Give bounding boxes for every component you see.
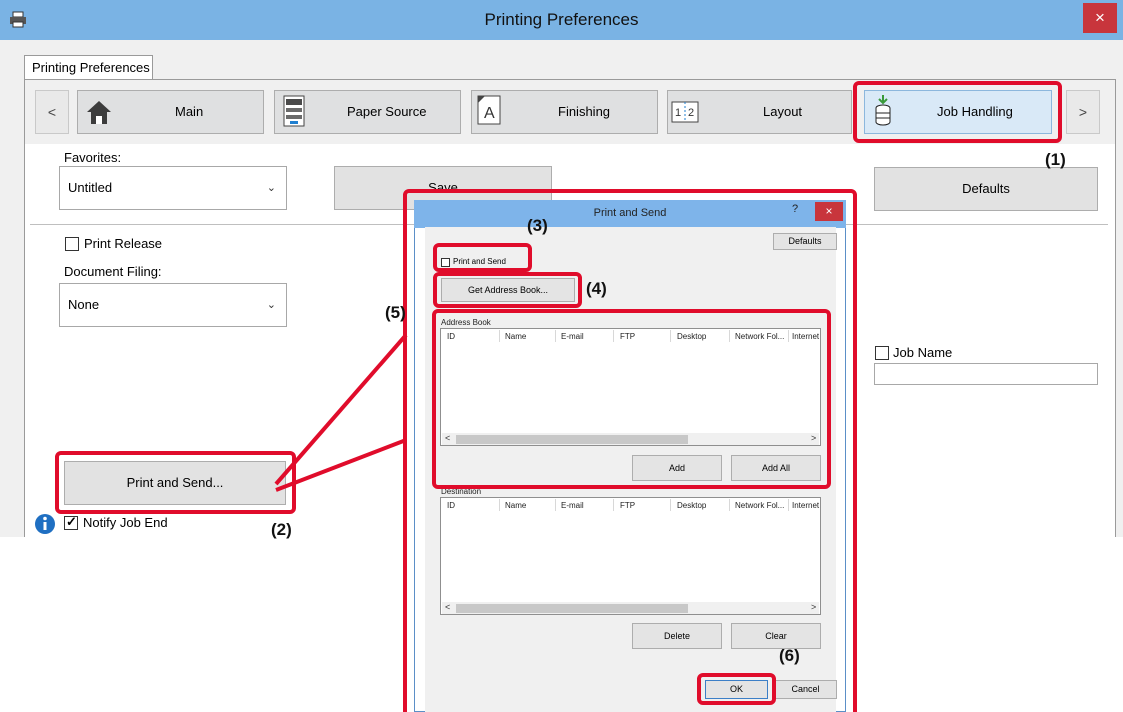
callout-4: (4) xyxy=(586,279,607,298)
callout-1: (1) xyxy=(1045,150,1066,169)
callout-2: (2) xyxy=(271,520,292,539)
callout-connector-lines xyxy=(274,333,408,492)
callout-5: (5) xyxy=(385,303,406,322)
callout-3: (3) xyxy=(527,216,548,235)
callout-6: (6) xyxy=(779,646,800,665)
